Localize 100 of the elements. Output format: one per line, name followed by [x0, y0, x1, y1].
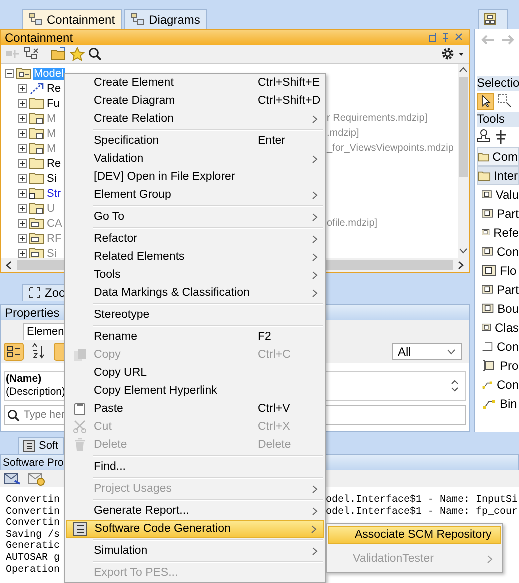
expand-toggle-icon[interactable] — [18, 114, 27, 123]
chevron-up-icon[interactable] — [459, 67, 468, 73]
palette-item[interactable]: Flo — [477, 261, 519, 280]
spinner-icon[interactable] — [451, 379, 459, 393]
output-tab[interactable]: Soft — [18, 437, 64, 454]
search-icon[interactable] — [88, 47, 102, 61]
menu-item[interactable]: Specification Enter — [66, 132, 324, 150]
expand-toggle-icon[interactable] — [18, 129, 27, 138]
view-tab[interactable]: Diagrams — [124, 9, 208, 29]
folder-icon — [29, 157, 45, 170]
filter-dropdown[interactable]: All — [392, 343, 462, 360]
menu-item[interactable]: Create Diagram Ctrl+Shift+D — [66, 92, 324, 110]
console-line: Convertin — [6, 518, 62, 530]
console-line: Convertin — [6, 495, 62, 506]
expand-toggle-icon[interactable] — [18, 159, 27, 168]
connector-icon — [482, 397, 496, 410]
expand-toggle-icon[interactable] — [18, 174, 27, 183]
palette-item[interactable]: Valu — [477, 185, 519, 204]
palette-item[interactable]: Part — [477, 204, 519, 223]
menu-item[interactable]: Create Relation — [66, 110, 324, 128]
tree-item[interactable]: Fu — [46, 98, 61, 110]
menu-item[interactable]: Refactor — [66, 230, 324, 248]
menu-item[interactable]: Validation — [66, 150, 324, 168]
palette-item[interactable]: Clas — [477, 318, 519, 337]
view-tab[interactable]: Containment — [22, 9, 122, 29]
menu-item[interactable]: Rename F2 — [66, 328, 324, 346]
tree-item[interactable]: Re — [46, 82, 62, 94]
copy-icon — [73, 348, 87, 362]
palette-item[interactable]: Bou — [477, 299, 519, 318]
expand-toggle-icon[interactable] — [18, 204, 27, 213]
palette-item[interactable]: Pro — [477, 356, 519, 375]
palette-item[interactable]: Con — [477, 337, 519, 356]
palette-item[interactable]: Con — [477, 242, 519, 261]
tree-item[interactable]: Si — [46, 172, 58, 184]
element-badge-icon — [482, 246, 493, 257]
menu-item[interactable]: Stereotype — [66, 306, 324, 324]
console-line: odel.Interface$1 - Name: fp_cour — [326, 506, 518, 518]
marquee-tool-icon[interactable] — [497, 93, 513, 109]
menu-item[interactable]: Simulation — [66, 542, 324, 560]
menu-item[interactable]: Generate Report... — [66, 502, 324, 520]
open-folder-icon[interactable] — [51, 47, 67, 61]
element-badge-icon — [482, 322, 491, 333]
palette-group[interactable]: Com — [477, 147, 519, 166]
expand-toggle-icon[interactable] — [18, 84, 27, 93]
folder-icon — [29, 97, 45, 110]
expand-toggle-icon[interactable] — [18, 144, 27, 153]
tree-item[interactable]: Str — [46, 188, 62, 200]
star-icon[interactable] — [70, 47, 85, 61]
menu-item[interactable]: Element Group — [66, 186, 324, 204]
frame-icon — [482, 340, 493, 352]
send-mail-icon[interactable] — [4, 472, 22, 486]
collapse-toggle-icon[interactable] — [5, 69, 14, 78]
element-badge-icon — [482, 303, 494, 314]
profile-icon — [29, 232, 45, 245]
pin-icon[interactable] — [494, 129, 508, 145]
chevron-right-icon[interactable] — [457, 260, 465, 270]
palette-item[interactable]: Bin — [477, 394, 519, 413]
expand-toggle-icon[interactable] — [18, 234, 27, 243]
expand-toggle-icon[interactable] — [18, 189, 27, 198]
search-icon — [7, 409, 20, 422]
chevron-left-icon[interactable] — [5, 260, 13, 270]
settings-icon[interactable] — [441, 47, 465, 61]
folder-icon — [29, 172, 45, 185]
paste-icon — [73, 402, 87, 416]
tree-options-icon[interactable] — [24, 47, 40, 61]
palette-tab[interactable] — [478, 9, 508, 29]
palette-item[interactable]: Refe — [477, 223, 519, 242]
menu-item[interactable]: Software Code Generation — [66, 520, 324, 538]
vertical-scrollbar[interactable] — [458, 64, 469, 258]
palette-item[interactable]: Part — [477, 280, 519, 299]
menu-item[interactable]: Related Elements — [66, 248, 324, 266]
menu-item[interactable]: Copy URL — [66, 364, 324, 382]
palette-item[interactable]: Con — [477, 375, 519, 394]
element-badge-icon — [482, 227, 490, 238]
console-line: AUTOSAR g — [6, 552, 62, 564]
stamp-icon[interactable] — [477, 129, 491, 145]
categorized-icon[interactable] — [4, 342, 24, 360]
tree-item-suffix: r Requirements.mdzip] — [326, 113, 428, 124]
menu-item[interactable]: Associate SCM Repository — [328, 526, 501, 544]
menu-item[interactable]: Copy Element Hyperlink — [66, 382, 324, 400]
pointer-tool-icon[interactable] — [477, 93, 494, 110]
menu-item[interactable]: Tools — [66, 266, 324, 284]
menu-item[interactable]: Paste Ctrl+V — [66, 400, 324, 418]
window-controls-icon[interactable] — [429, 33, 463, 42]
expand-toggle-icon[interactable] — [18, 219, 27, 228]
expand-toggle-icon[interactable] — [18, 99, 27, 108]
panel-title: Software Pro — [3, 456, 64, 468]
chevron-down-icon[interactable] — [459, 248, 468, 254]
menu-item[interactable]: [DEV] Open in File Explorer — [66, 168, 324, 186]
tree-view-icon — [29, 13, 43, 26]
menu-item[interactable]: Create Element Ctrl+Shift+E — [66, 74, 324, 92]
menu-item[interactable]: Go To — [66, 208, 324, 226]
mail-clock-icon[interactable] — [28, 472, 46, 486]
palette-group[interactable]: Inter — [477, 166, 519, 185]
menu-item[interactable]: Find... — [66, 458, 324, 476]
tree-item-suffix: ofile.mdzip] — [326, 218, 378, 229]
expand-toggle-icon[interactable] — [18, 249, 27, 258]
folder-icon — [478, 150, 490, 162]
element-badge-icon — [482, 208, 493, 219]
tree-item[interactable]: Re — [46, 158, 62, 170]
